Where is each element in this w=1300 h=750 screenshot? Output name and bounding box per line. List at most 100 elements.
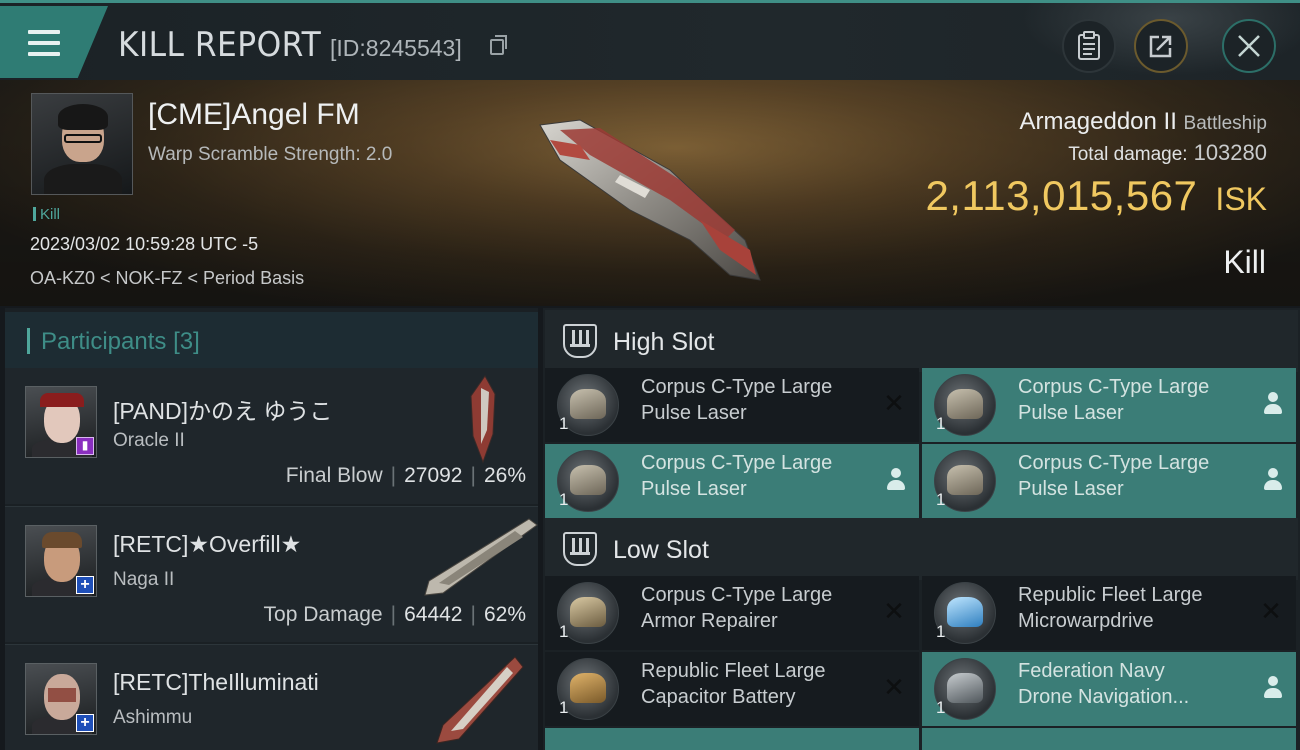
participants-count: [3] — [173, 328, 200, 355]
isk-amount: 2,113,015,567 — [925, 172, 1198, 219]
module-item[interactable]: 1 Republic Fleet Large Microwarpdrive ✕ — [922, 576, 1296, 650]
total-damage: Total damage: 103280 — [1068, 140, 1267, 166]
module-item[interactable]: 1 Corpus C-Type Large Pulse Laser ✕ — [545, 368, 919, 442]
participant-stats: Top Damage | 64442 | 62% — [263, 603, 526, 626]
close-button[interactable] — [1222, 19, 1276, 73]
participants-header: Participants [3] — [5, 312, 538, 368]
dropped-person-icon — [1262, 466, 1284, 492]
victim-ship-image[interactable] — [520, 100, 780, 290]
module-name: Corpus C-Type Large Pulse Laser — [1018, 376, 1210, 424]
module-item-partial[interactable] — [922, 728, 1296, 750]
module-item[interactable]: 1 Corpus C-Type Large Pulse Laser — [545, 444, 919, 518]
participant-stats: Final Blow | 27092 | 26% — [285, 464, 526, 487]
victim-ship-type[interactable]: Armageddon II Battleship — [1019, 108, 1267, 136]
dropped-person-icon — [885, 466, 907, 492]
low-slot-header: Low Slot — [545, 518, 1298, 580]
module-name: Republic Fleet Large Capacitor Battery — [641, 660, 826, 708]
isk-currency: ISK — [1215, 181, 1267, 217]
module-item-partial[interactable] — [545, 728, 919, 750]
kill-location[interactable]: OA-KZ0 < NOK-FZ < Period Basis — [30, 268, 304, 289]
clipboard-icon — [1078, 31, 1100, 60]
participant-damage: 27092 — [404, 464, 463, 487]
module-item[interactable]: 1 Republic Fleet Large Capacitor Battery … — [545, 652, 919, 726]
clipboard-button[interactable] — [1062, 19, 1116, 73]
participant-row[interactable]: ▮ [PAND]かのえ ゆうこ Oracle II Final Blow | 270… — [5, 368, 538, 504]
module-quantity: 1 — [559, 698, 569, 717]
report-id: [ID:8245543] — [330, 35, 462, 61]
low-slot-icon — [563, 532, 597, 566]
module-quantity: 1 — [936, 490, 946, 509]
victim-avatar[interactable] — [31, 93, 133, 195]
close-icon — [1238, 35, 1260, 57]
hamburger-icon — [28, 30, 60, 56]
module-item[interactable]: 1 Corpus C-Type Large Pulse Laser — [922, 368, 1296, 442]
participant-avatar: ▮ — [25, 386, 97, 458]
warp-scramble-strength: Warp Scramble Strength: 2.0 — [148, 144, 393, 165]
participant-ship-image — [436, 656, 524, 744]
plus-badge-icon: + — [76, 576, 94, 594]
plus-badge-icon: + — [76, 714, 94, 732]
kill-result: Kill — [1223, 244, 1266, 280]
victim-banner: [CME]Angel FM Warp Scramble Strength: 2.… — [0, 80, 1300, 306]
high-slot-label: High Slot — [613, 328, 715, 356]
share-icon — [1149, 35, 1172, 58]
destroyed-x-icon: ✕ — [883, 596, 905, 626]
copy-icon[interactable] — [490, 35, 507, 55]
participant-damage: 64442 — [404, 603, 463, 626]
participant-ship: Ashimmu — [113, 707, 193, 728]
destroyed-x-icon: ✕ — [1260, 596, 1282, 626]
page-title: KILL REPORT — [118, 25, 322, 65]
participant-ship-image — [470, 375, 496, 464]
high-slot-header: High Slot — [545, 310, 1298, 372]
module-quantity: 1 — [936, 622, 946, 641]
dropped-person-icon — [1262, 674, 1284, 700]
module-name: Corpus C-Type Large Pulse Laser — [641, 452, 833, 500]
module-name: Corpus C-Type Large Armor Repairer — [641, 584, 833, 632]
module-quantity: 1 — [936, 698, 946, 717]
kill-tag: Kill — [33, 206, 60, 223]
participants-label: Participants — [41, 328, 167, 355]
low-slot-label: Low Slot — [613, 536, 709, 564]
destroyed-x-icon: ✕ — [883, 388, 905, 418]
participant-role: Top Damage — [263, 603, 383, 626]
participant-percent: 62% — [483, 603, 526, 626]
participant-row[interactable]: + [RETC]★Overfill★ Naga II Top Damage | 64… — [5, 506, 538, 642]
faction-badge-icon: ▮ — [76, 437, 94, 455]
module-quantity: 1 — [559, 622, 569, 641]
module-quantity: 1 — [559, 414, 569, 433]
module-name: Corpus C-Type Large Pulse Laser — [1018, 452, 1210, 500]
module-name: Republic Fleet Large Microwarpdrive — [1018, 584, 1203, 632]
kill-datetime: 2023/03/02 10:59:28 UTC -5 — [30, 234, 259, 254]
destroyed-x-icon: ✕ — [883, 672, 905, 702]
fitting-panel: High Slot 1 Corpus C-Type Large Pulse Las… — [543, 308, 1300, 750]
total-damage-value: 103280 — [1193, 140, 1267, 165]
participants-panel: Participants [3] ▮ [PAND]かのえ ゆうこ Oracle … — [5, 308, 538, 750]
participant-name: [PAND]かのえ ゆうこ — [113, 398, 333, 424]
share-button[interactable] — [1134, 19, 1188, 73]
participant-ship: Naga II — [113, 569, 175, 590]
top-bar: KILL REPORT [ID:8245543] — [0, 0, 1300, 81]
participant-percent: 26% — [483, 464, 526, 487]
module-item[interactable]: 1 Corpus C-Type Large Armor Repairer ✕ — [545, 576, 919, 650]
module-name: Federation Navy Drone Navigation... — [1018, 660, 1190, 708]
module-quantity: 1 — [559, 490, 569, 509]
module-quantity: 1 — [936, 414, 946, 433]
ship-class: Battleship — [1183, 113, 1267, 134]
participant-row[interactable]: + [RETC]TheIlluminati Ashimmu — [5, 644, 538, 750]
participant-ship-image — [424, 518, 538, 596]
participant-name: [RETC]★Overfill★ — [113, 531, 302, 557]
participant-role: Final Blow — [285, 464, 383, 487]
dropped-person-icon — [1262, 390, 1284, 416]
total-damage-label: Total damage: — [1068, 144, 1188, 165]
isk-value: 2,113,015,567 ISK — [925, 172, 1267, 220]
participant-avatar: + — [25, 525, 97, 597]
menu-button[interactable] — [0, 6, 108, 78]
participant-ship: Oracle II — [113, 430, 185, 451]
module-item[interactable]: 1 Corpus C-Type Large Pulse Laser — [922, 444, 1296, 518]
ship-name: Armageddon II — [1019, 108, 1177, 135]
module-item[interactable]: 1 Federation Navy Drone Navigation... — [922, 652, 1296, 726]
high-slot-icon — [563, 324, 597, 358]
participant-avatar: + — [25, 663, 97, 735]
module-name: Corpus C-Type Large Pulse Laser — [641, 376, 833, 424]
victim-name[interactable]: [CME]Angel FM — [148, 98, 360, 132]
